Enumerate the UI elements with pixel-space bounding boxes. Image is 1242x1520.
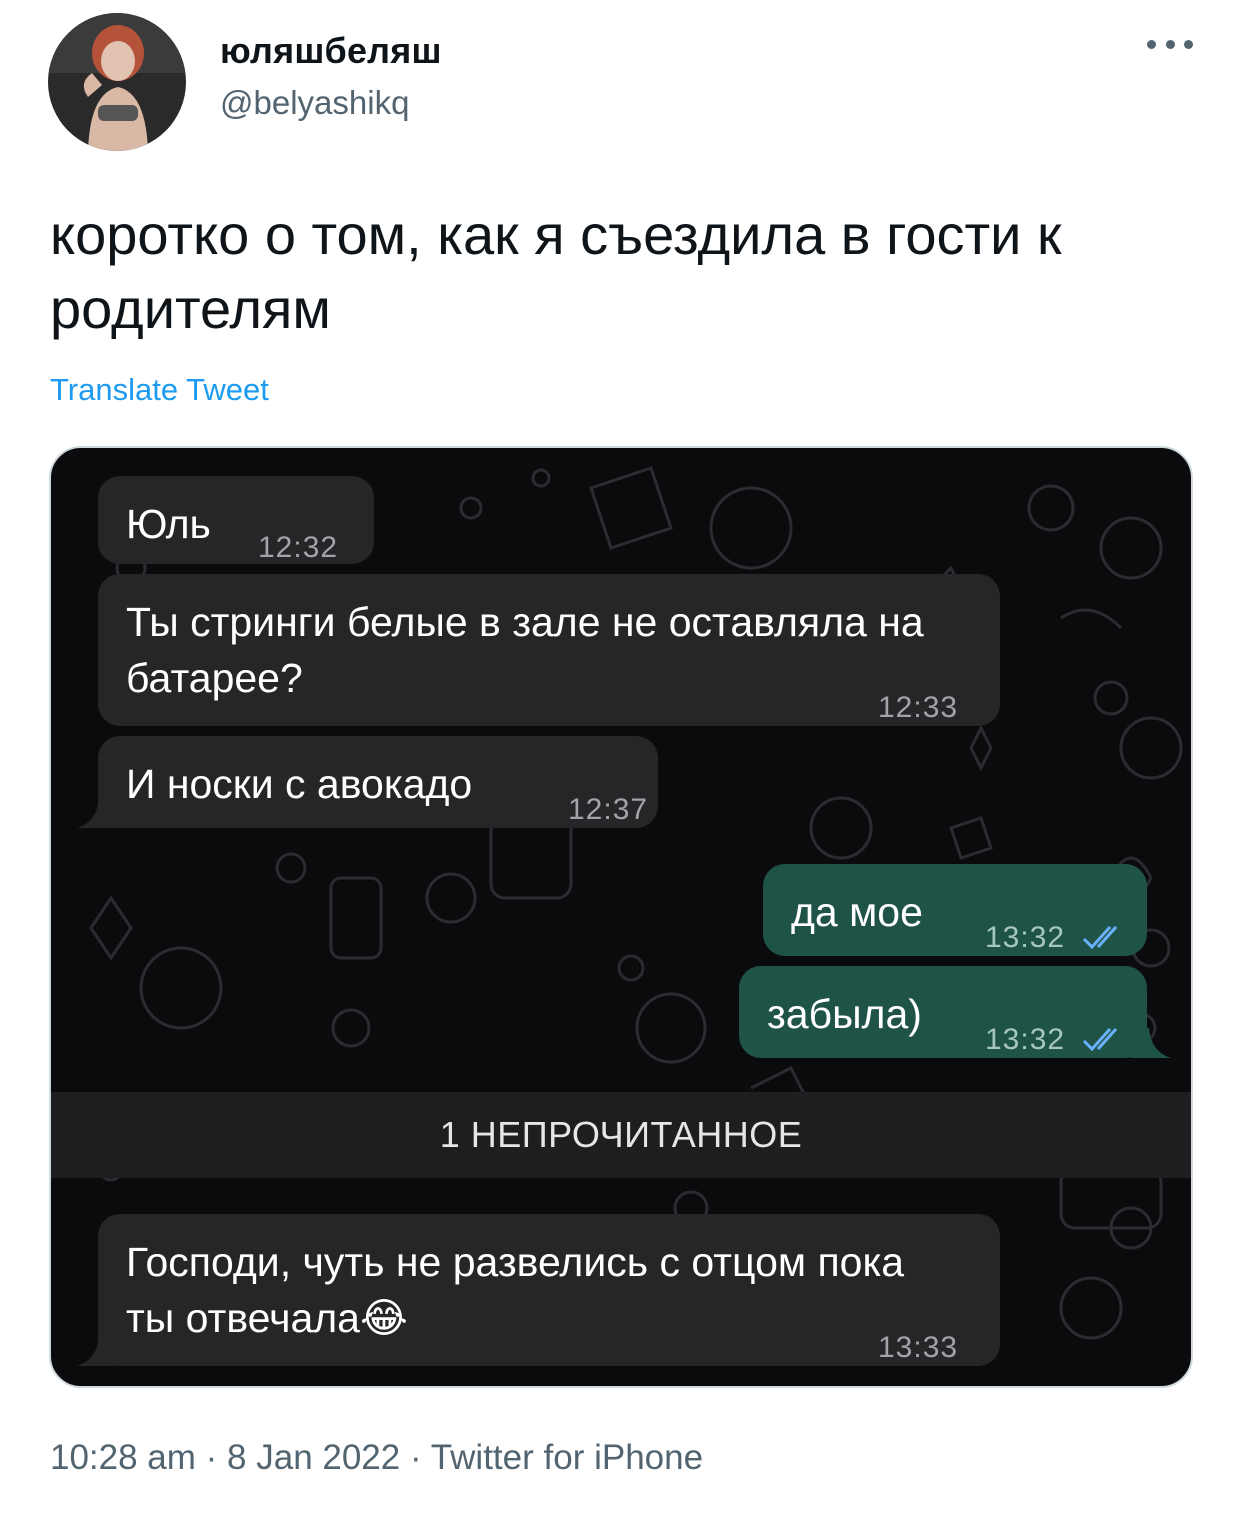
incoming-message-bubble[interactable]: Юль 12:32	[98, 476, 374, 564]
dot	[1165, 39, 1175, 49]
outgoing-message-bubble[interactable]: да мое 13:32	[763, 864, 1147, 956]
outgoing-message-bubble[interactable]: забыла) 13:32	[739, 966, 1147, 1058]
more-options-icon[interactable]	[1147, 34, 1193, 54]
incoming-message-bubble[interactable]: Господи, чуть не развелись с отцом пока …	[98, 1214, 1000, 1366]
message-time: 13:32	[985, 910, 1126, 966]
message-time: 12:37	[568, 793, 649, 826]
incoming-message-bubble[interactable]: Ты стринги белые в зале не оставляла на …	[98, 574, 1000, 726]
message-time: 12:33	[878, 691, 959, 724]
read-double-check-icon	[1083, 1027, 1118, 1052]
dot	[1147, 39, 1156, 49]
tweet-text: коротко о том, как я съездила в гости к …	[50, 203, 1062, 340]
message-text: И носки с авокадо	[126, 761, 473, 807]
message-text: Господи, чуть не развелись с отцом пока …	[126, 1239, 905, 1341]
unread-label: 1 НЕПРОЧИТАННОЕ	[439, 1114, 803, 1155]
message-text: Юль	[126, 501, 211, 547]
dot	[1184, 39, 1193, 49]
avatar[interactable]	[48, 13, 186, 151]
message-text: Ты стринги белые в зале не оставляла на …	[126, 599, 924, 701]
incoming-message-bubble[interactable]: И носки с авокадо 12:37	[98, 736, 658, 828]
message-time-label: 13:32	[985, 1023, 1066, 1056]
message-text: да мое	[791, 889, 923, 935]
bubble-tail	[77, 798, 117, 828]
translate-tweet-link[interactable]: Translate Tweet	[50, 372, 269, 408]
bubble-tail	[1131, 1028, 1171, 1058]
tweet-media-image[interactable]: Юль 12:32 Ты стринги белые в зале не ост…	[49, 446, 1193, 1388]
message-text: забыла)	[767, 991, 922, 1037]
bubble-tail	[77, 1336, 117, 1366]
message-time-label: 13:32	[985, 921, 1066, 954]
display-name[interactable]: юляшбеляш	[220, 30, 442, 72]
tweet-metadata: 10:28 am · 8 Jan 2022 · Twitter for iPho…	[50, 1438, 704, 1477]
read-double-check-icon	[1083, 925, 1118, 950]
message-time: 12:32	[258, 531, 339, 564]
message-time: 13:33	[878, 1331, 959, 1364]
unread-messages-banner: 1 НЕПРОЧИТАННОЕ	[51, 1092, 1191, 1178]
message-time: 13:32	[985, 1012, 1126, 1068]
user-handle[interactable]: @belyashikq	[220, 84, 409, 122]
